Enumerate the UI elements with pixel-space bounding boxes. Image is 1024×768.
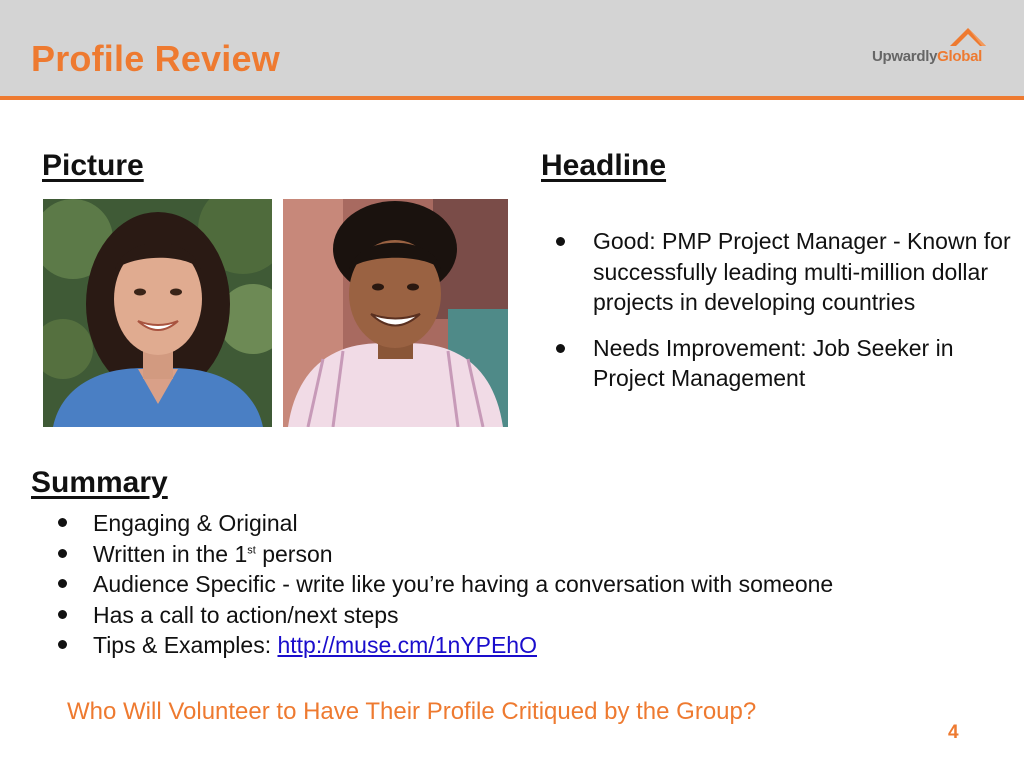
list-item: Audience Specific - write like you’re ha… bbox=[58, 569, 958, 600]
list-item: Tips & Examples: http://muse.cm/1nYPEhO bbox=[58, 630, 958, 661]
headline-list: Good: PMP Project Manager - Known for su… bbox=[556, 226, 1016, 409]
slide-header: Profile Review UpwardlyGlobal bbox=[0, 0, 1024, 100]
bullet-icon bbox=[58, 640, 67, 649]
page-number: 4 bbox=[948, 722, 959, 743]
list-item: Engaging & Original bbox=[58, 508, 958, 539]
upwardly-global-logo: UpwardlyGlobal bbox=[870, 24, 990, 70]
volunteer-question: Who Will Volunteer to Have Their Profile… bbox=[67, 698, 757, 725]
bullet-icon bbox=[556, 343, 565, 353]
bullet-icon bbox=[58, 518, 67, 527]
logo-text: UpwardlyGlobal bbox=[872, 48, 982, 65]
summary-list: Engaging & Original Written in the 1st p… bbox=[58, 508, 958, 661]
picture-heading: Picture bbox=[42, 149, 144, 182]
woman-profile-photo bbox=[43, 199, 272, 427]
bullet-icon bbox=[58, 609, 67, 619]
tips-link[interactable]: http://muse.cm/1nYPEhO bbox=[277, 632, 537, 658]
headline-heading: Headline bbox=[541, 149, 667, 182]
list-item: Has a call to action/next steps bbox=[58, 600, 958, 631]
list-item: Written in the 1st person bbox=[58, 539, 958, 570]
bullet-icon bbox=[58, 548, 67, 558]
summary-heading: Summary bbox=[31, 466, 168, 499]
list-item: Good: PMP Project Manager - Known for su… bbox=[556, 226, 1016, 318]
man-profile-photo bbox=[283, 199, 508, 427]
slide-title: Profile Review bbox=[31, 38, 280, 79]
list-item: Needs Improvement: Job Seeker in Project… bbox=[556, 333, 1016, 394]
bullet-icon bbox=[556, 237, 565, 246]
roof-icon bbox=[950, 28, 986, 46]
bullet-icon bbox=[58, 579, 67, 588]
